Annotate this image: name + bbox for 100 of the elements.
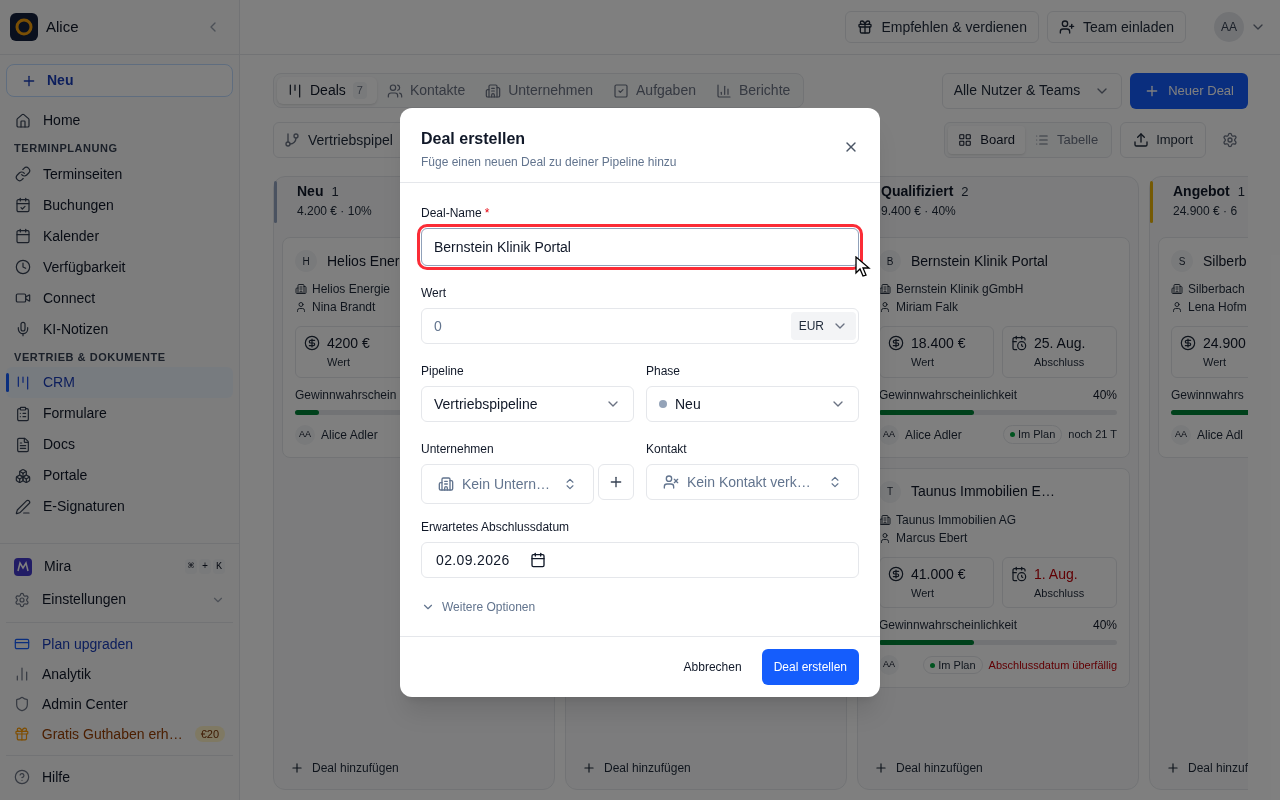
plus-icon	[582, 761, 596, 775]
calendar-icon	[529, 552, 546, 568]
item-label: Einstellungen	[42, 590, 127, 609]
import-button[interactable]: Import	[1120, 122, 1206, 158]
sidebar-item[interactable]: Verfügbarkeit	[6, 251, 233, 283]
column-title: Neu	[297, 182, 324, 201]
currency-select[interactable]: EUR	[790, 312, 856, 340]
section-heading: TERMINPLANUNG	[13, 141, 119, 156]
document-icon	[15, 436, 31, 453]
grid-icon	[958, 133, 973, 147]
field-label: Phase	[646, 363, 681, 380]
tab[interactable]: Berichte	[705, 77, 801, 104]
item-label: Hilfe	[42, 767, 70, 787]
sidebar-item[interactable]: Admin Center	[6, 689, 233, 719]
cancel-button[interactable]: Abbrechen	[683, 658, 742, 676]
view-toggle[interactable]: Tabelle	[1024, 126, 1109, 154]
sidebar-item[interactable]: Hilfe	[6, 762, 233, 792]
more-options-toggle[interactable]: Weitere Optionen	[421, 598, 859, 616]
stat-value: 25. Aug.	[1034, 334, 1086, 353]
sidebar-item[interactable]: Docs	[6, 429, 233, 460]
calendar-clock-icon	[1011, 565, 1027, 582]
list-icon	[1034, 133, 1049, 147]
probability-label: Gewinnwahrscheinlichkeit	[879, 617, 1018, 634]
deal-contact: Lena Hofm	[1188, 299, 1247, 316]
sidebar-item[interactable]: Kalender	[6, 220, 233, 252]
dollar-icon	[888, 335, 904, 351]
sidebar-item[interactable]: CRM	[6, 367, 233, 398]
probability-label: Gewinnwahrscheinlichkeit	[879, 386, 1018, 404]
phase-select[interactable]: Neu	[646, 386, 859, 422]
sidebar-item[interactable]: Mira ⌘ + K	[6, 550, 233, 583]
contact-select[interactable]: Kein Kontakt verk…	[646, 464, 859, 500]
tab[interactable]: Deals 7	[277, 77, 377, 104]
add-company-button[interactable]	[598, 464, 634, 500]
credit-badge: €20	[194, 725, 225, 743]
building-icon	[485, 82, 502, 99]
new-button[interactable]: Neu	[6, 64, 233, 97]
add-deal-button[interactable]: Deal hinzuf	[1166, 759, 1248, 777]
tab[interactable]: Kontakte	[376, 77, 476, 104]
stat-label: Wert	[911, 355, 936, 370]
settings-icon[interactable]	[1222, 132, 1238, 148]
deal-note: Abschlussdatum überfällig	[988, 657, 1117, 673]
gift-icon	[14, 726, 30, 742]
sidebar-item[interactable]: Plan upgraden	[6, 629, 233, 659]
shortcut-key: K	[213, 559, 225, 574]
bar-chart-icon	[715, 82, 732, 99]
add-deal-button[interactable]: Deal hinzufügen	[290, 759, 554, 777]
credit-card-icon	[14, 636, 30, 652]
building-icon	[879, 513, 891, 526]
calendar-icon	[15, 228, 31, 244]
owner-avatar: AA	[879, 424, 899, 445]
column-count: 2	[961, 183, 969, 201]
item-label: Plan upgraden	[42, 634, 134, 654]
new-deal-button[interactable]: Neuer Deal	[1130, 72, 1248, 109]
refer-button[interactable]: Empfehlen & verdienen	[845, 11, 1039, 43]
field-label: Deal-Name	[421, 205, 482, 222]
sidebar-item[interactable]: Gratis Guthaben erh… €20	[6, 719, 233, 749]
column-title: Qualifiziert	[881, 182, 954, 201]
deal-card[interactable]: S Silberb Silberbach Lena Hofm 24.900 Wert Gewinnwahrs AA Alice Adl	[1158, 237, 1248, 458]
sidebar-item[interactable]: KI-Notizen	[6, 313, 233, 345]
company-select[interactable]: Kein Untern…	[421, 464, 594, 504]
tab[interactable]: Unternehmen	[475, 77, 603, 104]
required-mark: *	[484, 205, 490, 222]
sidebar-item[interactable]: E-Signaturen	[6, 491, 233, 522]
shield-icon	[14, 696, 30, 712]
pipeline-select[interactable]: Vertriebspipeline	[421, 386, 634, 422]
sidebar-item[interactable]: Einstellungen	[6, 583, 233, 616]
sidebar-item[interactable]: Buchungen	[6, 189, 233, 221]
sidebar-item[interactable]: Formulare	[6, 398, 233, 429]
clipboard-icon	[15, 405, 31, 422]
stat-value: 24.900	[1203, 334, 1246, 353]
building-icon	[879, 283, 891, 295]
deal-avatar: S	[1171, 250, 1193, 272]
deal-company: Helios Energie	[312, 281, 391, 298]
column-summary: 24.900 € · 6	[1173, 203, 1239, 220]
add-deal-button[interactable]: Deal hinzufügen	[582, 759, 846, 777]
invite-button[interactable]: Team einladen	[1046, 11, 1186, 43]
link-icon	[15, 166, 31, 182]
owner-filter[interactable]: Alle Nutzer & Teams	[941, 72, 1123, 109]
building-icon	[295, 283, 307, 295]
owner-name: Alice Adl	[1197, 426, 1244, 444]
sidebar-item[interactable]: Portale	[6, 460, 233, 491]
checkbox-icon	[613, 82, 629, 99]
date-input[interactable]: 02.09.2026	[421, 542, 859, 578]
gift-icon	[857, 19, 874, 35]
view-toggle[interactable]: Board	[948, 126, 1025, 154]
stat-value: 18.400 €	[911, 334, 966, 353]
user-avatar[interactable]: AA	[1214, 12, 1244, 42]
probability-label: Gewinnwahrs	[1171, 386, 1244, 404]
sidebar-item[interactable]: Analytik	[6, 659, 233, 689]
person-icon	[879, 301, 891, 313]
sidebar-item[interactable]: Terminseiten	[6, 158, 233, 190]
create-deal-button[interactable]: Deal erstellen	[761, 649, 859, 685]
add-deal-button[interactable]: Deal hinzufügen	[874, 759, 1138, 777]
item-label: Mira	[44, 557, 72, 576]
deal-note: noch 21 T	[1068, 427, 1117, 443]
plus-icon	[290, 761, 304, 775]
tab[interactable]: Aufgaben	[603, 77, 706, 104]
sidebar-item[interactable]: Home	[6, 105, 233, 136]
sidebar-item[interactable]: Connect	[6, 282, 233, 314]
stat-label: Wert	[911, 585, 936, 601]
